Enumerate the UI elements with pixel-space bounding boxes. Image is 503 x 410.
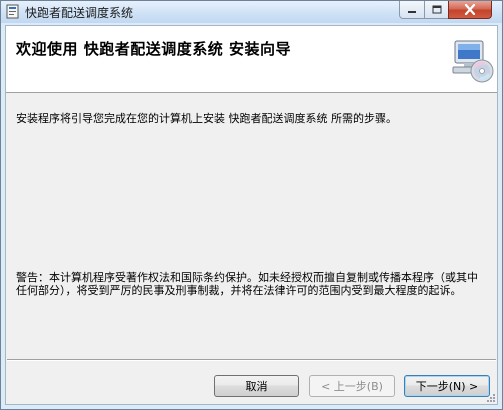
copyright-warning-text: 警告：本计算机程序受著作权法和国际条约保护。如未经授权而擅自复制或传播本程序（或… — [16, 271, 478, 297]
close-button[interactable] — [448, 1, 492, 19]
cancel-button[interactable]: 取消 — [214, 375, 299, 397]
wizard-title: 欢迎使用 快跑者配送调度系统 安装向导 — [16, 40, 291, 58]
minimize-button[interactable] — [399, 1, 425, 19]
installer-window: 快跑者配送调度系统 欢迎使用 快跑者配送调度系统 安装向导 安装程序将引导您完成… — [0, 0, 503, 410]
installer-app-icon — [6, 4, 19, 19]
resize-grip-icon[interactable] — [486, 393, 496, 403]
close-icon — [464, 4, 476, 15]
minimize-icon — [408, 10, 416, 13]
window-title: 快跑者配送调度系统 — [25, 6, 134, 20]
back-button[interactable]: < 上一步(B) — [309, 375, 395, 397]
wizard-header: 欢迎使用 快跑者配送调度系统 安装向导 — [6, 26, 497, 93]
next-button[interactable]: 下一步(N) > — [404, 375, 490, 397]
maximize-button[interactable] — [424, 1, 449, 19]
maximize-icon — [432, 5, 441, 14]
intro-text: 安装程序将引导您完成在您的计算机上安装 快跑者配送调度系统 所需的步骤。 — [16, 112, 397, 125]
wizard-client-area: 欢迎使用 快跑者配送调度系统 安装向导 安装程序将引导您完成在您的计算机上安装 … — [5, 25, 498, 405]
computer-cd-icon — [452, 40, 494, 83]
footer-divider — [7, 359, 496, 361]
title-bar[interactable]: 快跑者配送调度系统 — [1, 1, 502, 23]
